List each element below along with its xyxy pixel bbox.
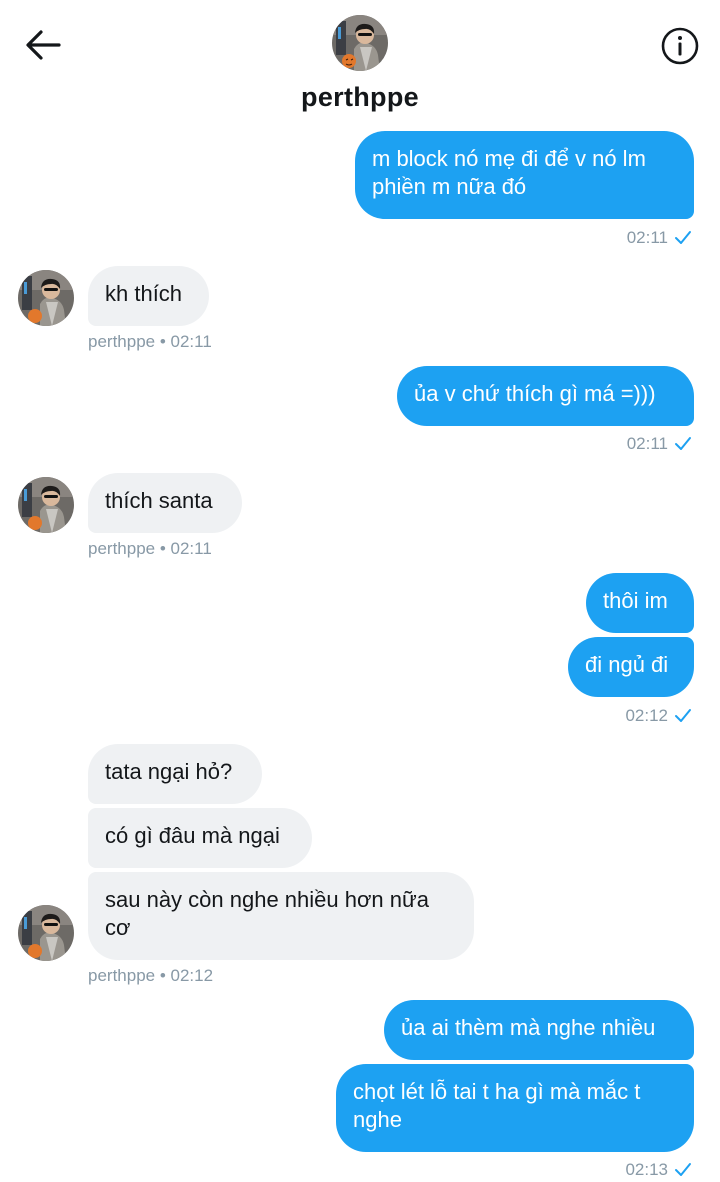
- message-meta: perthppe • 02:12: [88, 966, 214, 985]
- avatar: [18, 477, 74, 533]
- outgoing-message-bubble[interactable]: ủa ai thèm mà nghe nhiều: [384, 1000, 694, 1060]
- outgoing-message-bubble[interactable]: thôi im: [586, 573, 694, 633]
- outgoing-message-bubble[interactable]: m block nó mẹ đi để v nó lm phiền m nữa …: [355, 131, 694, 219]
- read-check-icon: [675, 709, 691, 722]
- avatar: [18, 270, 74, 326]
- info-button[interactable]: [656, 22, 704, 70]
- message-meta: perthppe • 02:11: [88, 332, 212, 351]
- outgoing-message-bubble[interactable]: đi ngủ đi: [568, 637, 694, 697]
- outgoing-message-bubble[interactable]: ủa v chứ thích gì má =))): [397, 366, 694, 426]
- read-check-icon: [675, 231, 691, 244]
- incoming-message-bubble[interactable]: kh thích: [88, 266, 209, 326]
- avatar: [332, 15, 388, 71]
- incoming-message-bubble[interactable]: sau này còn nghe nhiều hơn nữa cơ: [88, 872, 474, 960]
- message-meta: 02:11: [627, 434, 692, 454]
- message-meta: 02:13: [625, 1160, 692, 1180]
- read-check-icon: [675, 437, 691, 450]
- info-circle-icon: [661, 27, 699, 65]
- dm-conversation-screen: perthppe m block nó mẹ đi để v nó lm phi…: [0, 0, 720, 1182]
- message-timestamp: 02:11: [626, 434, 668, 453]
- sender-avatar[interactable]: [18, 477, 74, 533]
- message-meta: 02:12: [625, 706, 692, 726]
- sender-avatar[interactable]: [18, 270, 74, 326]
- avatar: [18, 905, 74, 961]
- incoming-message-bubble[interactable]: tata ngại hỏ?: [88, 744, 262, 804]
- message-timestamp: 02:13: [625, 1160, 668, 1179]
- incoming-message-bubble[interactable]: có gì đâu mà ngại: [88, 808, 312, 868]
- arrow-left-icon: [26, 30, 61, 60]
- message-timestamp: 02:12: [625, 706, 668, 725]
- read-check-icon: [675, 1163, 691, 1176]
- header-avatar[interactable]: [332, 15, 388, 71]
- incoming-message-bubble[interactable]: thích santa: [88, 473, 242, 533]
- outgoing-message-bubble[interactable]: chọt lét lỗ tai t ha gì mà mắc t nghe: [336, 1064, 694, 1152]
- conversation-title: perthppe: [301, 82, 419, 112]
- message-timestamp: 02:11: [626, 228, 668, 247]
- message-meta: 02:11: [627, 228, 692, 248]
- back-button[interactable]: [20, 22, 66, 68]
- sender-avatar[interactable]: [18, 905, 74, 961]
- message-meta: perthppe • 02:11: [88, 539, 212, 558]
